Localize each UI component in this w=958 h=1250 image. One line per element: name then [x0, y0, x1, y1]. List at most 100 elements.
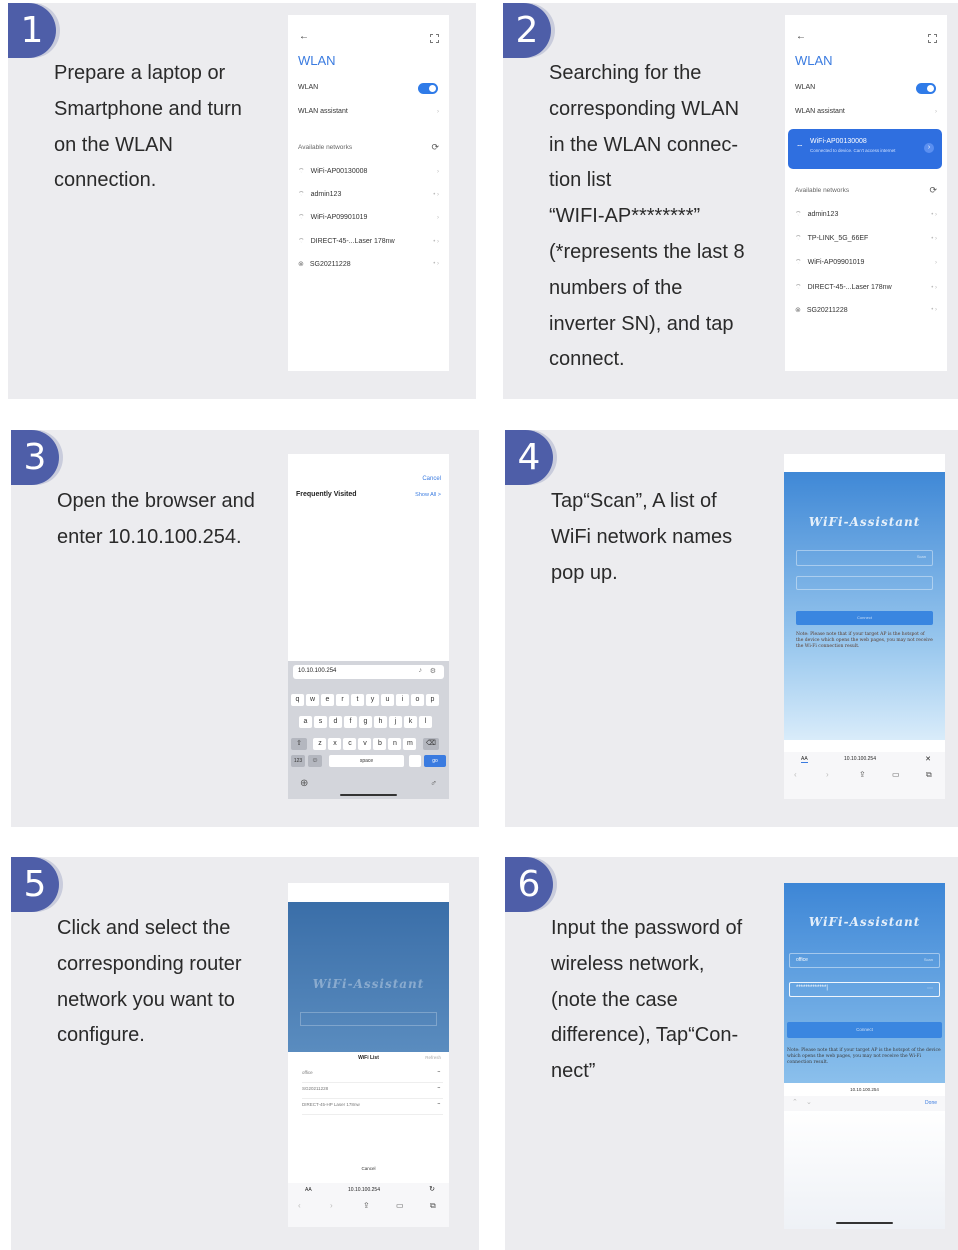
back-arrow-icon[interactable]: ←: [299, 31, 309, 42]
backspace-key-icon[interactable]: ⌫: [422, 738, 439, 750]
ssid-input[interactable]: Scan: [796, 550, 933, 566]
globe-icon[interactable]: ⊕: [300, 778, 308, 789]
refresh-icon[interactable]: ⟳: [431, 142, 439, 153]
key[interactable]: g: [359, 716, 372, 728]
lock-info-icon[interactable]: • ›: [931, 212, 937, 218]
wifi-list-item[interactable]: DIRECT-45-HP Laser 178nw ⌔: [302, 1102, 443, 1115]
wlan-toggle[interactable]: [916, 83, 936, 94]
scan-button[interactable]: Scan: [924, 957, 933, 962]
lock-info-icon[interactable]: • ›: [931, 285, 937, 291]
previous-field-icon[interactable]: ⌃: [792, 1098, 798, 1106]
key[interactable]: j: [389, 716, 402, 728]
url-text[interactable]: 10.10.100.254: [844, 756, 876, 762]
lock-info-icon[interactable]: • ›: [433, 239, 439, 245]
bookmarks-icon[interactable]: ▭: [892, 770, 900, 779]
close-icon[interactable]: ✕: [925, 755, 931, 763]
info-icon[interactable]: ›: [437, 169, 439, 175]
share-icon[interactable]: ⇪: [363, 1201, 370, 1210]
ssid-input[interactable]: office Scan: [789, 953, 940, 968]
network-row[interactable]: ⌔ WiFi-AP09901019 ›: [795, 258, 937, 267]
network-row[interactable]: ⊗ SG20211228 • ›: [298, 260, 439, 269]
key[interactable]: b: [373, 738, 387, 750]
refresh-button[interactable]: Refresh: [425, 1055, 441, 1060]
key[interactable]: v: [358, 738, 372, 750]
lock-info-icon[interactable]: • ›: [931, 236, 937, 242]
address-bar[interactable]: 10.10.100.254 ♪ ⚙: [293, 665, 444, 679]
microphone-icon[interactable]: ♂: [430, 778, 437, 788]
scan-button[interactable]: Scan: [917, 554, 926, 559]
connected-network-card[interactable]: ⌔ WiFi-AP00130008 Connected to device. C…: [788, 129, 942, 169]
cancel-button[interactable]: Cancel: [288, 1166, 449, 1171]
reload-icon[interactable]: ↻: [429, 1185, 435, 1193]
info-icon[interactable]: ›: [924, 143, 934, 153]
key[interactable]: f: [344, 716, 357, 728]
info-icon[interactable]: ›: [437, 215, 439, 221]
key[interactable]: d: [329, 716, 342, 728]
tabs-icon[interactable]: ⧉: [926, 770, 932, 780]
key[interactable]: u: [381, 694, 394, 706]
space-key[interactable]: space: [329, 755, 404, 767]
mic-icon[interactable]: ♪: [419, 667, 423, 674]
show-all-link[interactable]: Show All >: [415, 492, 441, 498]
lock-info-icon[interactable]: • ›: [433, 261, 439, 267]
back-arrow-icon[interactable]: ←: [796, 31, 806, 42]
period-key[interactable]: [409, 755, 421, 767]
tabs-icon[interactable]: ⧉: [430, 1201, 436, 1211]
key[interactable]: o: [411, 694, 424, 706]
network-row[interactable]: ⌔ DIRECT-45-...Laser 178nw • ›: [795, 283, 937, 292]
back-chevron-icon[interactable]: ‹: [794, 770, 797, 779]
connect-button[interactable]: Connect: [787, 1022, 942, 1038]
key[interactable]: s: [314, 716, 327, 728]
wlan-toggle[interactable]: [418, 83, 438, 94]
lock-info-icon[interactable]: • ›: [931, 307, 937, 313]
settings-icon[interactable]: ⚙: [430, 667, 436, 675]
connect-button[interactable]: Connect: [796, 611, 933, 625]
done-button[interactable]: Done: [925, 1100, 937, 1106]
key[interactable]: h: [374, 716, 387, 728]
key[interactable]: n: [388, 738, 402, 750]
key[interactable]: z: [313, 738, 327, 750]
key[interactable]: c: [343, 738, 357, 750]
key[interactable]: x: [328, 738, 342, 750]
network-row[interactable]: ⌔ DIRECT-45-...Laser 178nw • ›: [298, 237, 439, 246]
text-size-button[interactable]: AA: [305, 1187, 312, 1193]
share-icon[interactable]: ⇪: [859, 770, 866, 779]
cancel-link[interactable]: Cancel: [422, 476, 441, 482]
network-row[interactable]: ⊗ SG20211228 • ›: [795, 306, 937, 315]
forward-chevron-icon[interactable]: ›: [826, 770, 829, 779]
emoji-key-icon[interactable]: ☺: [308, 755, 322, 767]
wifi-list-item[interactable]: office ⌔: [302, 1070, 443, 1083]
key[interactable]: w: [306, 694, 319, 706]
key[interactable]: r: [336, 694, 349, 706]
key[interactable]: q: [291, 694, 304, 706]
next-field-icon[interactable]: ⌄: [806, 1098, 812, 1106]
wifi-list-item[interactable]: SG20211228 ⌔: [302, 1086, 443, 1099]
lock-info-icon[interactable]: • ›: [433, 192, 439, 198]
network-row[interactable]: ⌔ TP-LINK_5G_66EF • ›: [795, 234, 937, 243]
network-row[interactable]: ⌔ admin123 • ›: [298, 190, 439, 199]
key[interactable]: a: [299, 716, 312, 728]
info-icon[interactable]: ›: [935, 260, 937, 266]
key[interactable]: y: [366, 694, 379, 706]
network-row[interactable]: ⌔ WiFi-AP09901019 ›: [298, 213, 439, 222]
refresh-icon[interactable]: ⟳: [929, 185, 937, 196]
go-key[interactable]: go: [424, 755, 446, 767]
network-row[interactable]: ⌔ WiFi-AP00130008 ›: [298, 167, 439, 176]
scan-icon[interactable]: [928, 34, 937, 43]
text-size-button[interactable]: AA: [801, 756, 808, 763]
password-input[interactable]: *************| ⋯: [789, 982, 940, 997]
key[interactable]: i: [396, 694, 409, 706]
password-input[interactable]: [796, 576, 933, 590]
eye-icon[interactable]: ⋯: [927, 985, 933, 992]
network-row[interactable]: ⌔ admin123 • ›: [795, 210, 937, 219]
scan-icon[interactable]: [430, 34, 439, 43]
key[interactable]: m: [403, 738, 417, 750]
back-chevron-icon[interactable]: ‹: [298, 1201, 301, 1210]
key[interactable]: p: [426, 694, 439, 706]
key[interactable]: l: [419, 716, 432, 728]
shift-key-icon[interactable]: ⇧: [291, 738, 307, 750]
key[interactable]: e: [321, 694, 334, 706]
key[interactable]: t: [351, 694, 364, 706]
forward-chevron-icon[interactable]: ›: [330, 1201, 333, 1210]
bookmarks-icon[interactable]: ▭: [396, 1201, 404, 1210]
